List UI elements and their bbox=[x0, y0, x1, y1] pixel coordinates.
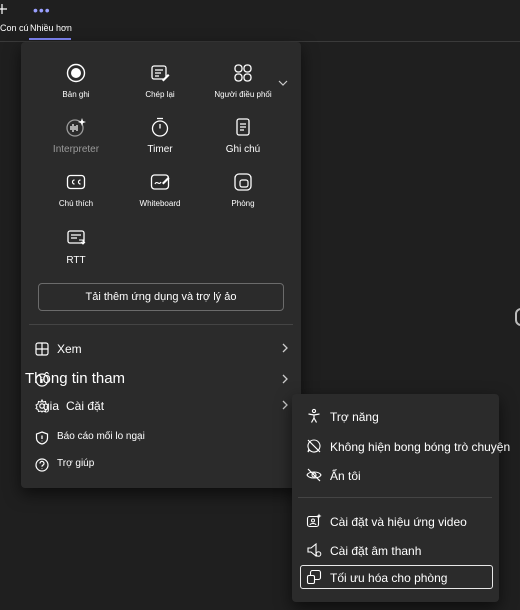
app-label: Chép lại bbox=[145, 90, 175, 99]
submenu-item-hide-chat-bubbles[interactable]: Không hiện bong bóng trò chuyện bbox=[300, 434, 510, 458]
join-info-overflow: gia bbox=[43, 399, 60, 413]
join-info-label: Thông tin tham bbox=[25, 370, 126, 387]
app-label: Người điều phối bbox=[214, 90, 272, 99]
app-label: Bản ghi bbox=[62, 90, 90, 99]
captions-icon bbox=[66, 174, 86, 190]
app-label: Timer bbox=[147, 144, 173, 155]
menu-row-help[interactable]: Trợ giúp bbox=[33, 453, 291, 477]
more-dots-icon: ••• bbox=[33, 2, 51, 18]
chevron-right-icon bbox=[282, 343, 288, 353]
menu-row-label: Báo cáo mối lo ngại bbox=[57, 431, 145, 442]
meeting-toolbar: Con cú ••• Nhiều hơn bbox=[0, 0, 520, 42]
submenu-item-label: Trợ năng bbox=[330, 410, 379, 424]
view-grid-icon bbox=[35, 342, 49, 356]
app-rtt[interactable]: RTT bbox=[31, 227, 121, 266]
hide-me-icon bbox=[306, 468, 322, 482]
plus-icon bbox=[0, 4, 7, 14]
submenu-item-hide-me[interactable]: Ẩn tôi bbox=[300, 463, 493, 487]
menu-row-label: Cài đặt bbox=[66, 399, 105, 413]
optimize-room-icon bbox=[306, 569, 322, 585]
rooms-icon bbox=[234, 173, 252, 191]
timer-icon bbox=[151, 117, 169, 137]
help-icon bbox=[35, 458, 49, 472]
accessibility-icon bbox=[308, 408, 320, 423]
chevron-right-icon bbox=[279, 373, 291, 385]
menu-row-label: Xem bbox=[57, 342, 82, 356]
app-rooms[interactable]: Phòng bbox=[198, 171, 288, 208]
app-record[interactable]: Bản ghi bbox=[31, 62, 121, 99]
report-shield-icon bbox=[35, 431, 49, 445]
record-icon bbox=[66, 63, 86, 83]
menu-row-settings[interactable]: gia Cài đặt bbox=[33, 394, 291, 418]
app-notes[interactable]: Ghi chú bbox=[198, 116, 288, 155]
interpreter-icon bbox=[66, 118, 86, 137]
rtt-icon bbox=[67, 230, 86, 245]
submenu-item-label: Tối ưu hóa cho phòng bbox=[330, 571, 448, 585]
submenu-item-video-effects[interactable]: Cài đặt và hiệu ứng video bbox=[300, 509, 493, 533]
menu-divider bbox=[29, 324, 293, 325]
submenu-item-optimize-for-room[interactable]: Tối ưu hóa cho phòng bbox=[300, 565, 493, 589]
facilitator-icon bbox=[234, 64, 252, 82]
menu-row-report[interactable]: Báo cáo mối lo ngại bbox=[33, 426, 291, 450]
app-timer[interactable]: Timer bbox=[115, 116, 205, 155]
submenu-item-label: Cài đặt âm thanh bbox=[330, 544, 422, 558]
submenu-item-label: Cài đặt và hiệu ứng video bbox=[330, 515, 467, 529]
speaker-icon bbox=[307, 542, 322, 558]
app-captions[interactable]: Chú thích bbox=[31, 171, 121, 208]
app-label: RTT bbox=[66, 255, 86, 266]
video-effects-icon bbox=[306, 513, 322, 528]
chat-bubble-off-icon bbox=[307, 439, 321, 453]
menu-row-label: Trợ giúp bbox=[57, 458, 95, 469]
chevron-right-icon bbox=[282, 400, 288, 410]
get-more-apps-button[interactable]: Tải thêm ứng dụng và trợ lý ảo bbox=[38, 283, 284, 311]
app-whiteboard[interactable]: Whiteboard bbox=[115, 171, 205, 208]
app-label: Phòng bbox=[231, 199, 255, 208]
chevron-down-icon[interactable] bbox=[278, 78, 288, 88]
toolbar-item-label: Con cú bbox=[0, 23, 29, 33]
settings-submenu: Trợ năng Không hiện bong bóng trò chuyện… bbox=[292, 394, 510, 602]
app-label: Chú thích bbox=[58, 199, 94, 208]
submenu-item-label: Ẩn tôi bbox=[330, 469, 361, 483]
app-transcript[interactable]: Chép lại bbox=[115, 62, 205, 99]
submenu-item-audio-settings[interactable]: Cài đặt âm thanh bbox=[300, 538, 493, 562]
app-interpreter[interactable]: Interpreter bbox=[31, 116, 121, 155]
app-facilitator[interactable]: Người điều phối bbox=[198, 62, 288, 99]
toolbar-item-label: Nhiều hơn bbox=[30, 23, 72, 33]
partial-control-edge bbox=[515, 308, 520, 326]
submenu-divider bbox=[298, 497, 492, 498]
menu-row-view[interactable]: Xem bbox=[33, 337, 291, 361]
submenu-item-accessibility[interactable]: Trợ năng bbox=[300, 404, 493, 428]
transcript-icon bbox=[151, 65, 170, 82]
whiteboard-icon bbox=[150, 174, 170, 190]
app-label: Whiteboard bbox=[139, 199, 181, 208]
app-label: Interpreter bbox=[52, 144, 100, 155]
more-menu: Bản ghi Chép lại Người điều phối Interpr… bbox=[21, 42, 301, 488]
notes-icon bbox=[236, 118, 250, 136]
app-label: Ghi chú bbox=[225, 144, 261, 155]
active-tab-indicator bbox=[29, 38, 71, 40]
submenu-item-label: Không hiện bong bóng trò chuyện bbox=[330, 440, 511, 454]
